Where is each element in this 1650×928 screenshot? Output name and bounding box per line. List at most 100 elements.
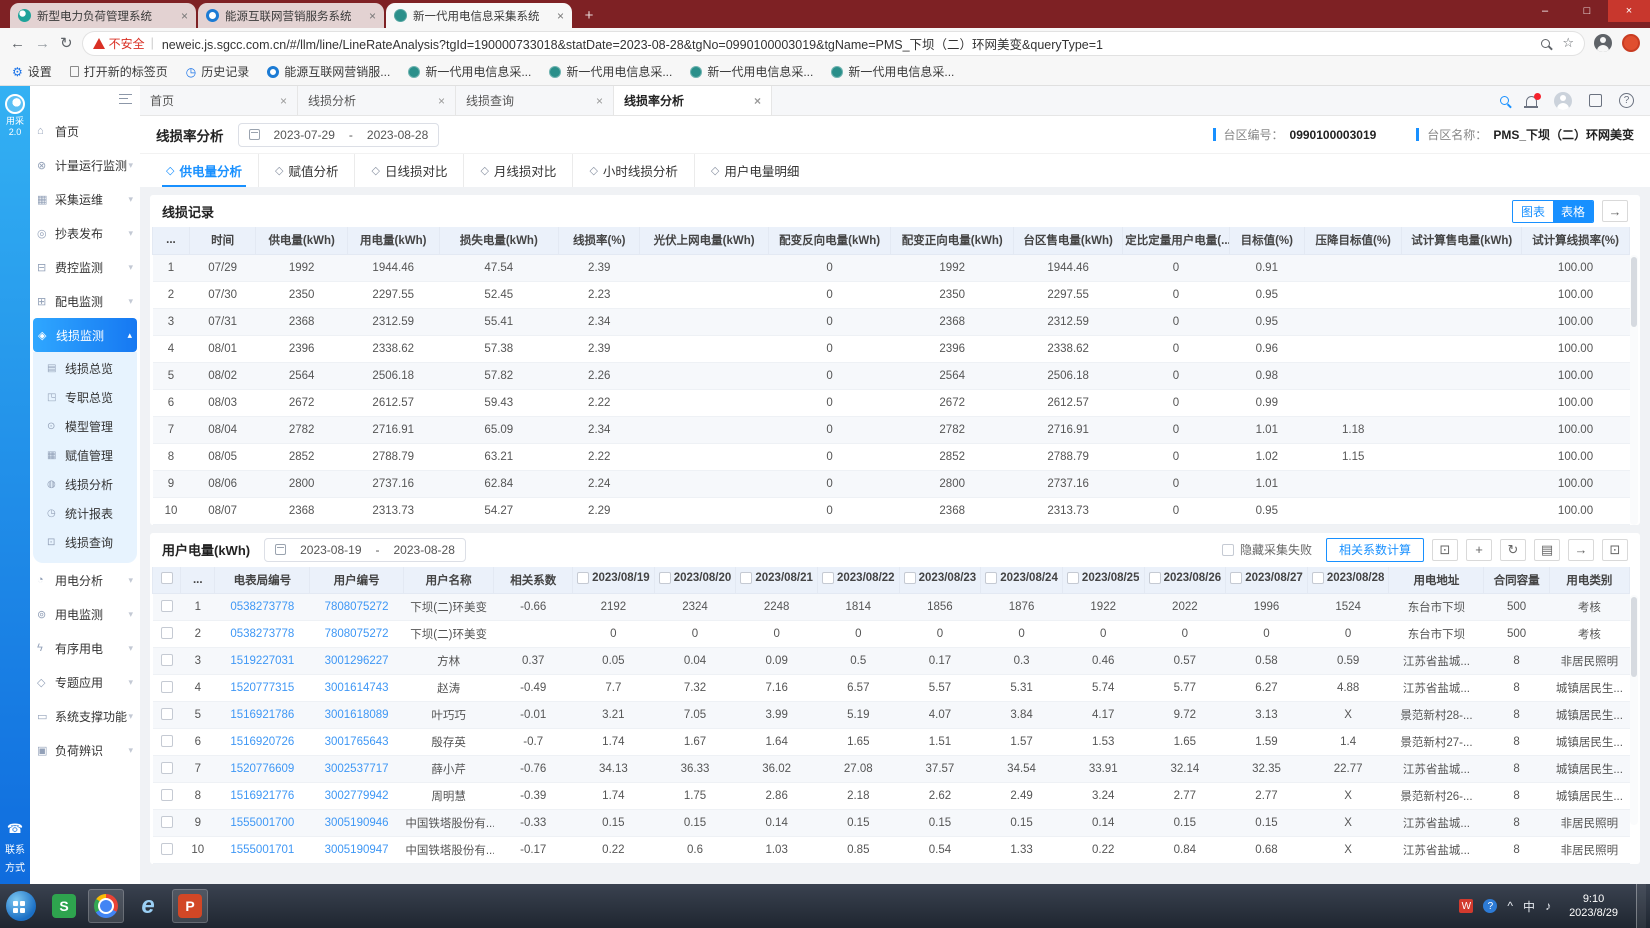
page-tab-line-loss-analysis[interactable]: 线损分析× [298, 86, 456, 115]
url-bar[interactable]: 不安全 | neweic.js.sgcc.com.cn/#/llm/line/L… [83, 32, 1584, 55]
column-header[interactable]: 配变反向电量(kWh) [768, 227, 891, 254]
column-header[interactable]: 台区售电量(kWh) [1014, 227, 1123, 254]
date-range-picker[interactable]: 2023-07-29 - 2023-08-28 [238, 123, 440, 147]
row-checkbox[interactable] [153, 648, 181, 675]
fullscreen-icon[interactable]: ⊡ [1602, 539, 1628, 561]
user-avatar[interactable] [1554, 92, 1572, 110]
browser-tab-active[interactable]: 新一代用电信息采集系统 × [386, 3, 572, 28]
column-header[interactable]: 用电类别 [1549, 567, 1629, 594]
select-all-checkbox[interactable] [153, 567, 181, 594]
user-no-link[interactable]: 3002779942 [310, 783, 404, 810]
tray-help-icon[interactable]: ? [1483, 899, 1497, 913]
checkbox[interactable] [985, 572, 997, 584]
close-tab-icon[interactable]: × [181, 9, 188, 23]
meter-no-link[interactable]: 1516921776 [215, 783, 310, 810]
user-no-link[interactable]: 3001296227 [310, 648, 404, 675]
row-checkbox[interactable] [153, 837, 181, 864]
table-row[interactable]: 6 08/03 2672 2612.57 59.43 2.22 0 2672 2… [153, 389, 1630, 416]
table-row[interactable]: 5 08/02 2564 2506.18 57.82 2.26 0 2564 2… [153, 362, 1630, 389]
input-method-icon[interactable]: 中 [1523, 898, 1535, 915]
column-header[interactable]: 时间 [189, 227, 255, 254]
subtab-supply-analysis[interactable]: ◇供电量分析 [150, 154, 258, 187]
date-end[interactable]: 2023-08-28 [367, 128, 428, 142]
contact-widget[interactable]: ☎ 联系 方式 [0, 821, 30, 876]
refresh-icon[interactable]: ↻ [1500, 539, 1526, 561]
forward-icon[interactable]: → [35, 35, 50, 52]
sidebar-item[interactable]: ϟ 有序用电 ▾ [30, 631, 140, 665]
bookmark-item[interactable]: 新一代用电信息采... [831, 63, 954, 80]
export-icon[interactable]: → [1568, 539, 1594, 561]
date-column-header[interactable]: 2023/08/24 [981, 567, 1063, 594]
user-no-link[interactable]: 3001765643 [310, 729, 404, 756]
sidebar-subitem[interactable]: ◷ 统计报表 [33, 499, 137, 528]
bookmark-item[interactable]: 新一代用电信息采... [690, 63, 813, 80]
taskbar-item-ie[interactable]: e [130, 889, 166, 923]
bookmark-star-icon[interactable]: ☆ [1562, 35, 1574, 51]
checkbox[interactable] [740, 572, 752, 584]
page-tab-home[interactable]: 首页× [140, 86, 298, 115]
sidebar-item[interactable]: ▭ 系统支撑功能 ▾ [30, 699, 140, 733]
checkbox[interactable] [1067, 572, 1079, 584]
table-row[interactable]: 8 08/05 2852 2788.79 63.21 2.22 0 2852 2… [153, 443, 1630, 470]
table-row[interactable]: 10 1555001701 3005190947 中国铁塔股份有... -0.1… [153, 837, 1630, 864]
scrollbar[interactable] [1630, 255, 1638, 525]
scrollbar-thumb[interactable] [1631, 257, 1637, 327]
taskbar-item-chrome[interactable] [88, 889, 124, 923]
tray-app-icon[interactable]: W [1459, 899, 1473, 913]
meter-no-link[interactable]: 1516920726 [215, 729, 310, 756]
column-header[interactable]: 损失电量(kWh) [439, 227, 559, 254]
sidebar-subitem[interactable]: ▤ 线损总览 [33, 354, 137, 383]
checkbox[interactable] [659, 572, 671, 584]
taskbar-item-wps[interactable]: S [46, 889, 82, 923]
close-icon[interactable]: × [754, 94, 761, 108]
column-header[interactable]: 光伏上网电量(kWh) [640, 227, 768, 254]
volume-icon[interactable]: ♪ [1545, 899, 1551, 913]
date-start[interactable]: 2023-07-29 [274, 128, 335, 142]
row-checkbox[interactable] [153, 729, 181, 756]
page-tab-line-loss-query[interactable]: 线损查询× [456, 86, 614, 115]
column-header[interactable]: 试计算线损率(%) [1522, 227, 1630, 254]
hide-failed-checkbox-group[interactable]: 隐藏采集失败 [1222, 541, 1312, 558]
meter-no-link[interactable]: 1555001700 [215, 810, 310, 837]
meter-no-link[interactable]: 0538273778 [215, 594, 310, 621]
date-column-header[interactable]: 2023/08/28 [1307, 567, 1389, 594]
table-row[interactable]: 1 07/29 1992 1944.46 47.54 2.39 0 1992 1… [153, 254, 1630, 281]
table-row[interactable]: 7 08/04 2782 2716.91 65.09 2.34 0 2782 2… [153, 416, 1630, 443]
profile-badge-icon[interactable] [1622, 34, 1640, 52]
user-no-link[interactable]: 3001618089 [310, 702, 404, 729]
column-header[interactable]: 用电地址 [1389, 567, 1484, 594]
collapse-sidebar-icon[interactable] [119, 94, 132, 104]
sidebar-item[interactable]: ⌂ 首页 [30, 114, 140, 148]
column-header[interactable]: 用电量(kWh) [347, 227, 439, 254]
row-checkbox[interactable] [153, 594, 181, 621]
row-checkbox[interactable] [153, 621, 181, 648]
sidebar-subitem[interactable]: ⊡ 线损查询 [33, 528, 137, 557]
column-header[interactable]: 合同容量 [1484, 567, 1549, 594]
column-header[interactable]: 目标值(%) [1229, 227, 1304, 254]
browser-tab[interactable]: 新型电力负荷管理系统 × [10, 3, 196, 28]
sidebar-item[interactable]: ⊗ 计量运行监测 ▾ [30, 148, 140, 182]
bookmark-item[interactable]: 新一代用电信息采... [408, 63, 531, 80]
column-header[interactable]: 用户编号 [310, 567, 404, 594]
security-warning-label[interactable]: 不安全 [109, 35, 145, 52]
checkbox[interactable] [1312, 572, 1324, 584]
meter-no-link[interactable]: 1516921786 [215, 702, 310, 729]
table-row[interactable]: 10 08/07 2368 2313.73 54.27 2.29 0 2368 … [153, 497, 1630, 524]
table-row[interactable]: 2 07/30 2350 2297.55 52.45 2.23 0 2350 2… [153, 281, 1630, 308]
column-header[interactable]: ... [153, 227, 190, 254]
maximize-button[interactable]: □ [1566, 0, 1608, 22]
subtab-monthly-loss-compare[interactable]: ◇月线损对比 [463, 154, 572, 187]
sidebar-item[interactable]: ⊚ 用电监测 ▾ [30, 597, 140, 631]
row-checkbox[interactable] [153, 702, 181, 729]
date-column-header[interactable]: 2023/08/22 [817, 567, 899, 594]
browser-tab[interactable]: 能源互联网营销服务系统 × [198, 3, 384, 28]
export-icon[interactable]: → [1602, 200, 1628, 222]
grid-icon[interactable]: ⊡ [1432, 539, 1458, 561]
column-header[interactable]: ... [181, 567, 215, 594]
sidebar-subitem[interactable]: ⊙ 模型管理 [33, 412, 137, 441]
reload-icon[interactable]: ↻ [60, 34, 73, 52]
sidebar-item[interactable]: ◇ 专题应用 ▾ [30, 665, 140, 699]
column-header[interactable]: 压降目标值(%) [1304, 227, 1401, 254]
close-icon[interactable]: × [280, 94, 287, 108]
sidebar-item[interactable]: ⊟ 费控监测 ▾ [30, 250, 140, 284]
